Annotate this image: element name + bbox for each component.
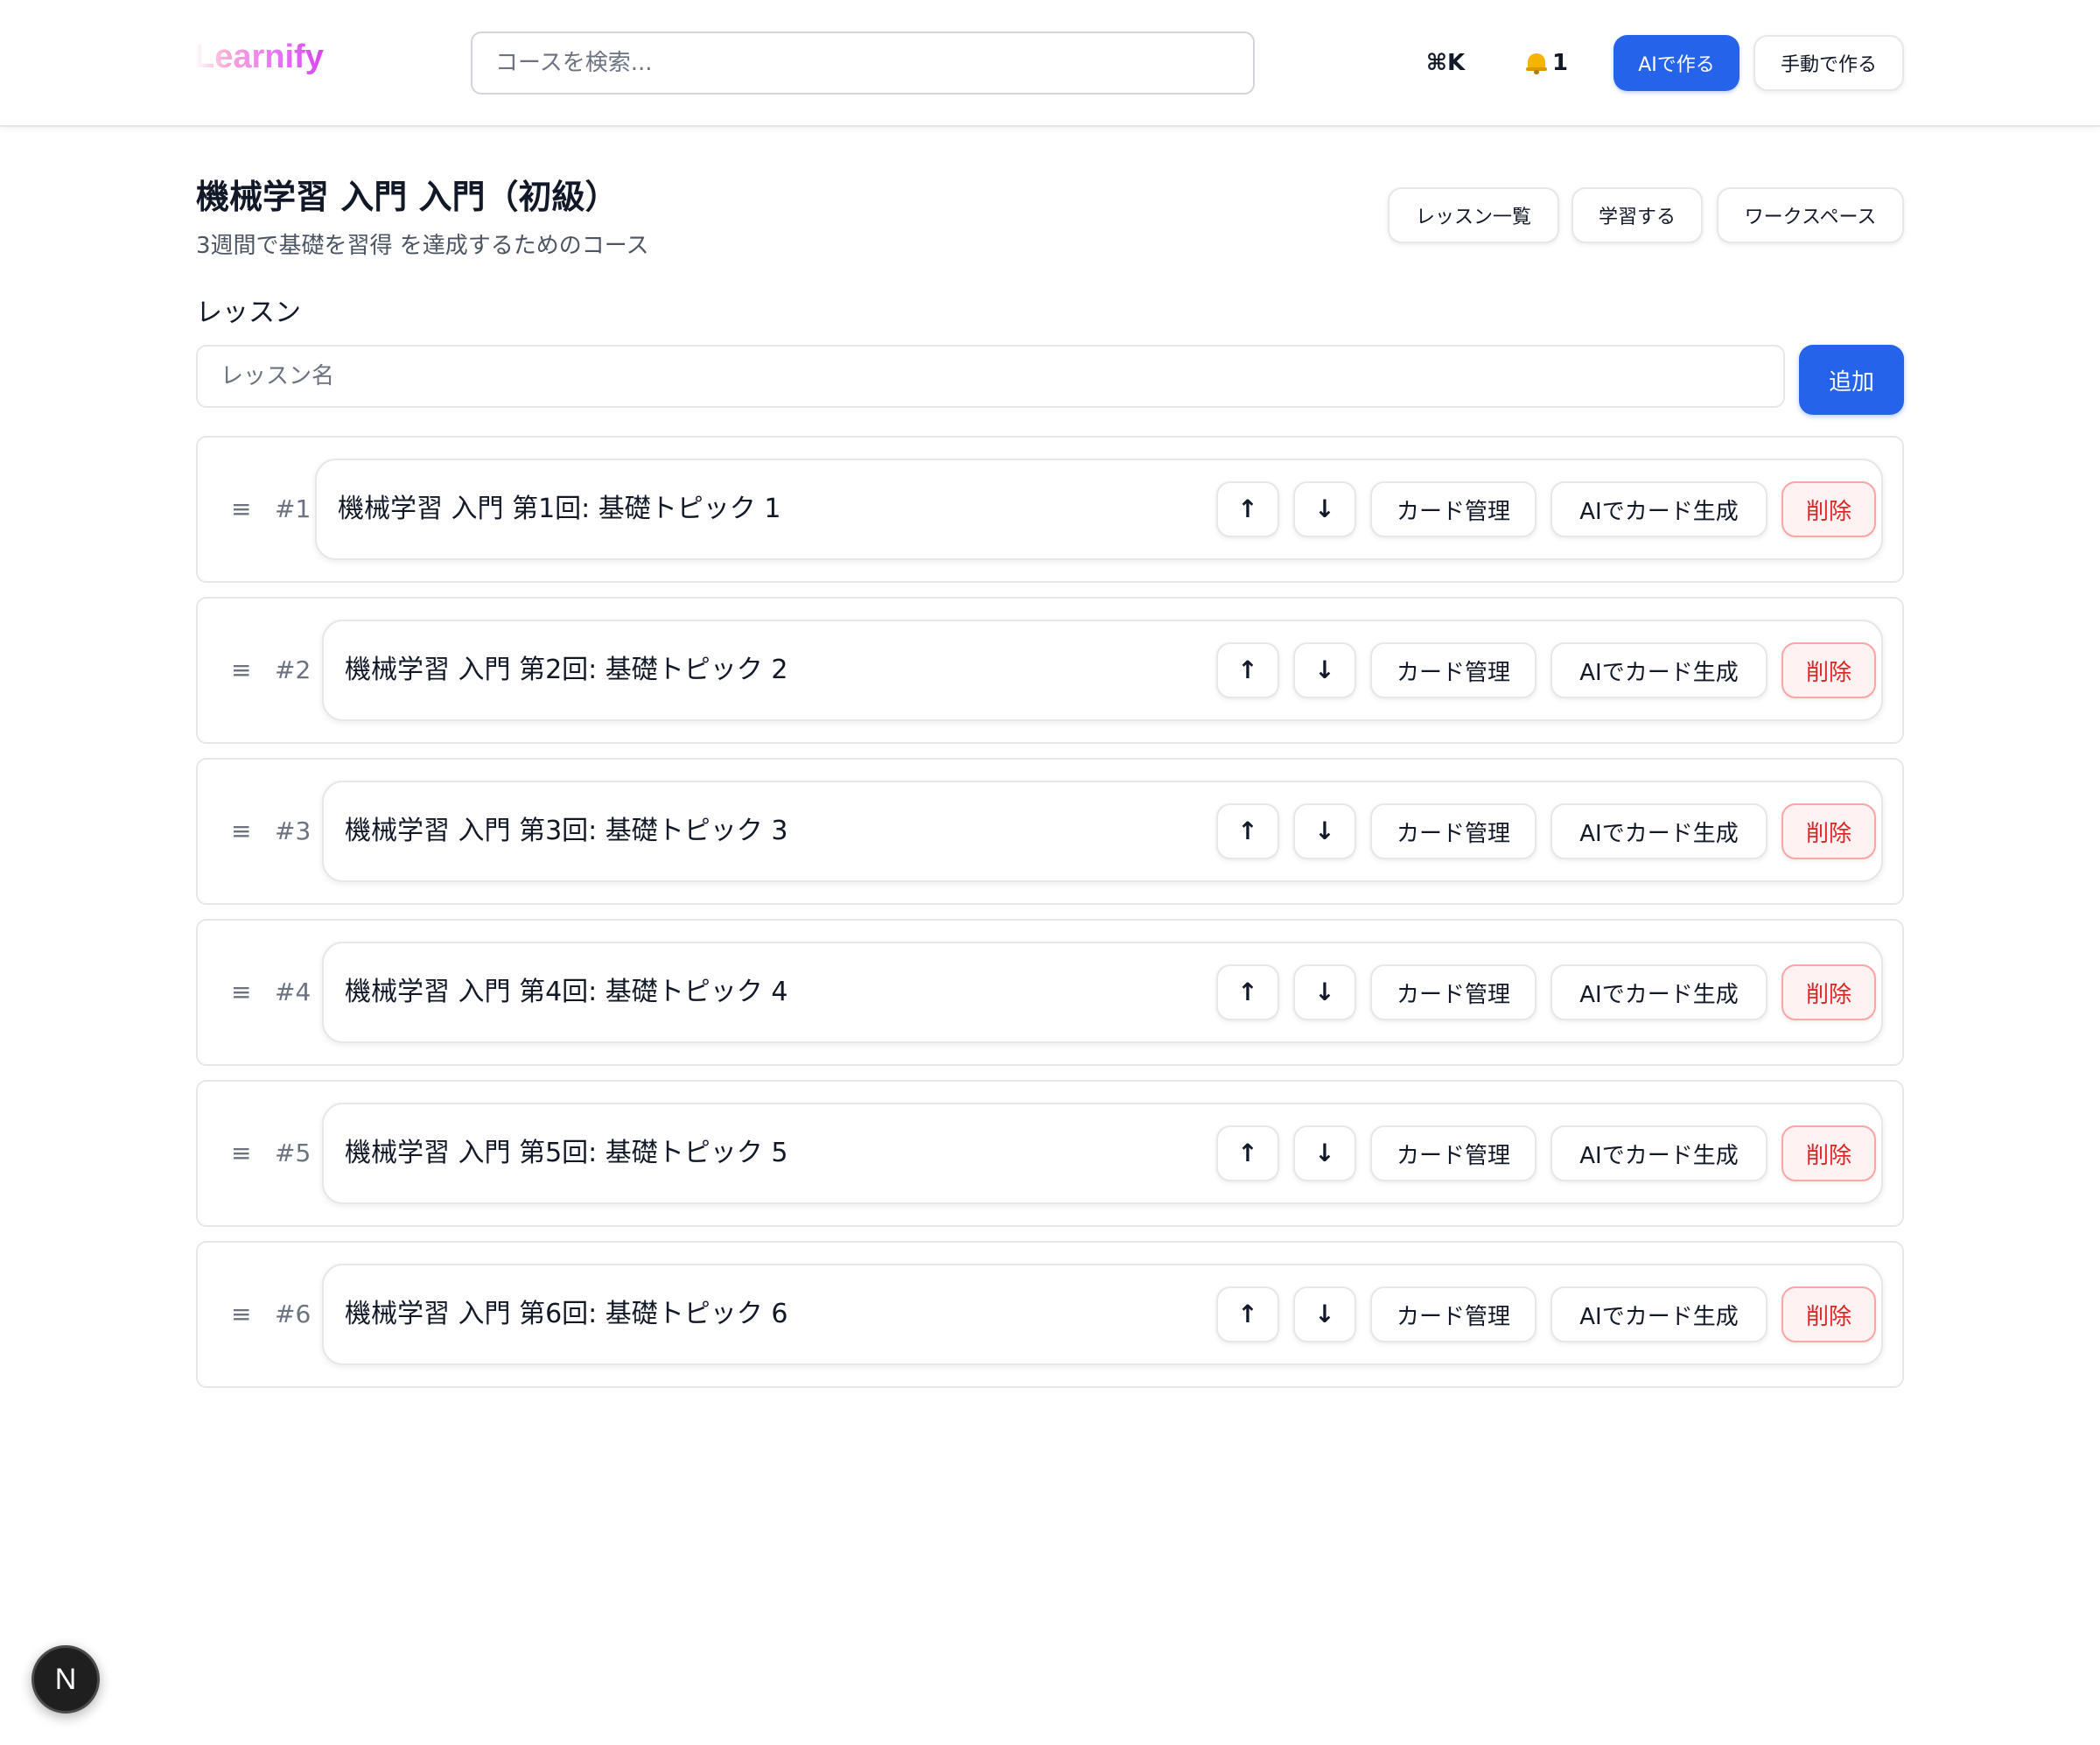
drag-handle-icon[interactable]: ≡ <box>231 977 252 1008</box>
dev-tools-badge[interactable]: N <box>32 1645 100 1713</box>
app-logo[interactable]: Learnify <box>194 39 324 76</box>
lesson-title[interactable]: 機械学習 入門 第2回: 基礎トピック 2 <box>345 653 788 688</box>
delete-lesson-button[interactable]: 削除 <box>1782 481 1876 537</box>
ai-create-button[interactable]: AIで作る <box>1614 35 1740 91</box>
lesson-row: ≡ #5 機械学習 入門 第5回: 基礎トピック 5 ↑ ↓ カード管理 AIで… <box>196 1080 1904 1227</box>
arrow-up-icon: ↑ <box>1237 494 1258 523</box>
move-up-button[interactable]: ↑ <box>1216 1125 1279 1181</box>
drag-handle-icon[interactable]: ≡ <box>231 655 252 686</box>
command-palette-button[interactable]: ⌘K <box>1418 44 1474 82</box>
lesson-card: 機械学習 入門 第4回: 基礎トピック 4 ↑ ↓ カード管理 AIでカード生成… <box>322 942 1883 1043</box>
ai-generate-cards-button[interactable]: AIでカード生成 <box>1550 642 1768 698</box>
lesson-row: ≡ #2 機械学習 入門 第2回: 基礎トピック 2 ↑ ↓ カード管理 AIで… <box>196 597 1904 744</box>
lesson-number: #2 <box>275 655 312 684</box>
manage-cards-button[interactable]: カード管理 <box>1370 1286 1536 1342</box>
ai-generate-cards-button[interactable]: AIでカード生成 <box>1550 1125 1768 1181</box>
drag-handle-icon[interactable]: ≡ <box>231 816 252 847</box>
arrow-up-icon: ↑ <box>1237 816 1258 845</box>
top-header: Learnify ⌘K 1 AIで作る 手動で作る <box>0 0 2100 127</box>
lesson-title[interactable]: 機械学習 入門 第6回: 基礎トピック 6 <box>345 1297 788 1332</box>
move-down-button[interactable]: ↓ <box>1293 964 1356 1020</box>
move-up-button[interactable]: ↑ <box>1216 803 1279 859</box>
lesson-card: 機械学習 入門 第6回: 基礎トピック 6 ↑ ↓ カード管理 AIでカード生成… <box>322 1264 1883 1365</box>
drag-handle-icon[interactable]: ≡ <box>231 1299 252 1330</box>
lesson-card: 機械学習 入門 第2回: 基礎トピック 2 ↑ ↓ カード管理 AIでカード生成… <box>322 620 1883 721</box>
workspace-button[interactable]: ワークスペース <box>1717 187 1904 243</box>
arrow-up-icon: ↑ <box>1237 978 1258 1006</box>
lesson-title[interactable]: 機械学習 入門 第3回: 基礎トピック 3 <box>345 814 788 849</box>
move-up-button[interactable]: ↑ <box>1216 642 1279 698</box>
lesson-list-button[interactable]: レッスン一覧 <box>1388 187 1559 243</box>
arrow-down-icon: ↓ <box>1314 655 1335 684</box>
lessons-section-heading: レッスン <box>196 298 301 328</box>
delete-lesson-button[interactable]: 削除 <box>1782 803 1876 859</box>
lesson-number: #3 <box>275 816 312 845</box>
manage-cards-button[interactable]: カード管理 <box>1370 1125 1536 1181</box>
bell-icon <box>1526 52 1547 74</box>
lesson-row: ≡ #4 機械学習 入門 第4回: 基礎トピック 4 ↑ ↓ カード管理 AIで… <box>196 919 1904 1066</box>
arrow-down-icon: ↓ <box>1314 494 1335 523</box>
lesson-row: ≡ #6 機械学習 入門 第6回: 基礎トピック 6 ↑ ↓ カード管理 AIで… <box>196 1241 1904 1388</box>
arrow-down-icon: ↓ <box>1314 1139 1335 1167</box>
arrow-down-icon: ↓ <box>1314 816 1335 845</box>
lesson-title[interactable]: 機械学習 入門 第1回: 基礎トピック 1 <box>338 492 780 527</box>
lesson-name-input[interactable] <box>196 345 1785 408</box>
manage-cards-button[interactable]: カード管理 <box>1370 803 1536 859</box>
lesson-row: ≡ #3 機械学習 入門 第3回: 基礎トピック 3 ↑ ↓ カード管理 AIで… <box>196 758 1904 905</box>
arrow-up-icon: ↑ <box>1237 1300 1258 1328</box>
lesson-number: #6 <box>275 1300 312 1328</box>
manage-cards-button[interactable]: カード管理 <box>1370 642 1536 698</box>
arrow-up-icon: ↑ <box>1237 655 1258 684</box>
lesson-card: 機械学習 入門 第1回: 基礎トピック 1 ↑ ↓ カード管理 AIでカード生成… <box>315 459 1883 560</box>
study-button[interactable]: 学習する <box>1572 187 1703 243</box>
move-up-button[interactable]: ↑ <box>1216 964 1279 1020</box>
ai-generate-cards-button[interactable]: AIでカード生成 <box>1550 803 1768 859</box>
manage-cards-button[interactable]: カード管理 <box>1370 964 1536 1020</box>
lesson-card: 機械学習 入門 第3回: 基礎トピック 3 ↑ ↓ カード管理 AIでカード生成… <box>322 781 1883 882</box>
ai-generate-cards-button[interactable]: AIでカード生成 <box>1550 964 1768 1020</box>
lesson-card: 機械学習 入門 第5回: 基礎トピック 5 ↑ ↓ カード管理 AIでカード生成… <box>322 1103 1883 1204</box>
delete-lesson-button[interactable]: 削除 <box>1782 1286 1876 1342</box>
arrow-up-icon: ↑ <box>1237 1139 1258 1167</box>
manual-create-button[interactable]: 手動で作る <box>1754 35 1904 91</box>
ai-generate-cards-button[interactable]: AIでカード生成 <box>1550 481 1768 537</box>
move-down-button[interactable]: ↓ <box>1293 481 1356 537</box>
move-down-button[interactable]: ↓ <box>1293 803 1356 859</box>
move-down-button[interactable]: ↓ <box>1293 1286 1356 1342</box>
arrow-down-icon: ↓ <box>1314 978 1335 1006</box>
ai-generate-cards-button[interactable]: AIでカード生成 <box>1550 1286 1768 1342</box>
lesson-number: #1 <box>275 494 312 523</box>
notifications-button[interactable]: 1 <box>1526 44 1578 82</box>
lesson-number: #5 <box>275 1139 312 1167</box>
move-down-button[interactable]: ↓ <box>1293 642 1356 698</box>
course-search-input[interactable] <box>471 32 1255 95</box>
notification-count: 1 <box>1552 50 1569 76</box>
page-subtitle: 3週間で基礎を習得 を達成するためのコース <box>196 233 649 259</box>
drag-handle-icon[interactable]: ≡ <box>231 494 252 525</box>
move-up-button[interactable]: ↑ <box>1216 481 1279 537</box>
delete-lesson-button[interactable]: 削除 <box>1782 642 1876 698</box>
delete-lesson-button[interactable]: 削除 <box>1782 1125 1876 1181</box>
lesson-title[interactable]: 機械学習 入門 第5回: 基礎トピック 5 <box>345 1136 788 1171</box>
move-down-button[interactable]: ↓ <box>1293 1125 1356 1181</box>
delete-lesson-button[interactable]: 削除 <box>1782 964 1876 1020</box>
lesson-list: ≡ #1 機械学習 入門 第1回: 基礎トピック 1 ↑ ↓ カード管理 AIで… <box>196 436 1904 1402</box>
arrow-down-icon: ↓ <box>1314 1300 1335 1328</box>
lesson-row: ≡ #1 機械学習 入門 第1回: 基礎トピック 1 ↑ ↓ カード管理 AIで… <box>196 436 1904 583</box>
move-up-button[interactable]: ↑ <box>1216 1286 1279 1342</box>
add-lesson-button[interactable]: 追加 <box>1799 345 1904 415</box>
drag-handle-icon[interactable]: ≡ <box>231 1138 252 1169</box>
lesson-number: #4 <box>275 978 312 1006</box>
page-title: 機械学習 入門 入門（初級） <box>196 178 619 216</box>
lesson-title[interactable]: 機械学習 入門 第4回: 基礎トピック 4 <box>345 975 788 1010</box>
manage-cards-button[interactable]: カード管理 <box>1370 481 1536 537</box>
